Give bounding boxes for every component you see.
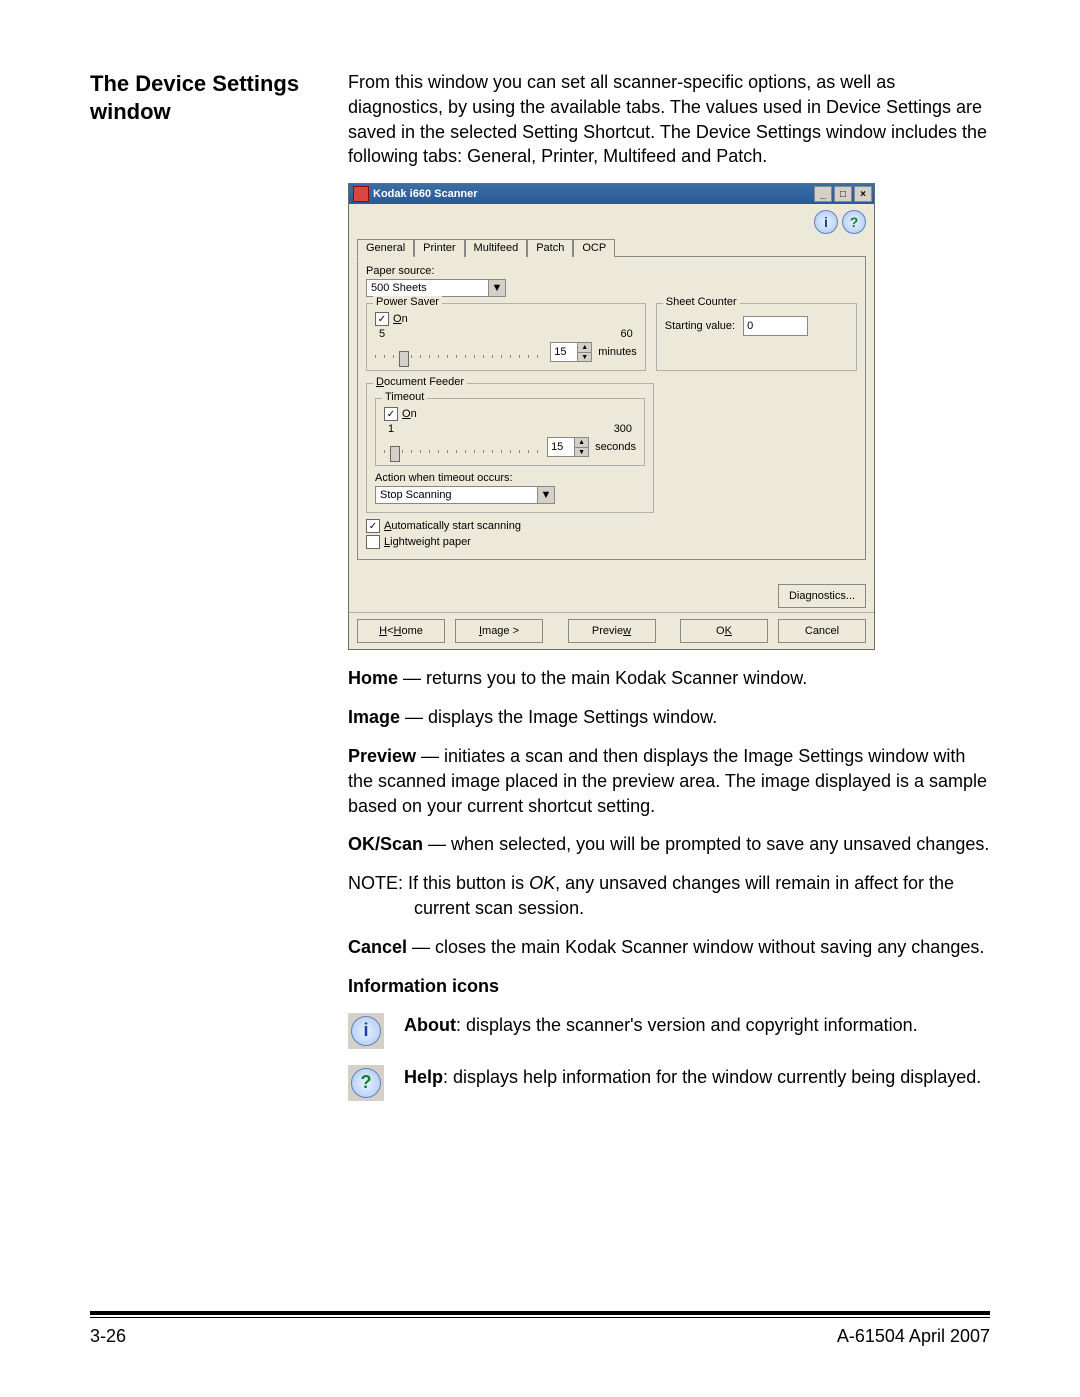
def-image: Image — displays the Image Settings wind… [348, 705, 990, 730]
action-label: Action when timeout occurs: [375, 472, 645, 484]
starting-value-input[interactable]: 0 [743, 316, 808, 336]
power-saver-group: Power Saver ✓ On 5 60 [366, 303, 646, 371]
app-icon [353, 186, 369, 202]
power-saver-spinner[interactable]: 15 ▲▼ [550, 342, 592, 362]
maximize-button[interactable]: □ [834, 186, 852, 202]
cancel-button[interactable]: Cancel [778, 619, 866, 643]
ps-unit: minutes [598, 346, 637, 358]
doc-id: A-61504 April 2007 [837, 1326, 990, 1347]
paper-source-dropdown[interactable]: 500 Sheets ▼ [366, 279, 506, 297]
timeout-value: 15 [548, 438, 574, 456]
titlebar: Kodak i660 Scanner _ □ × [349, 184, 874, 204]
page-number: 3-26 [90, 1326, 126, 1347]
timeout-group: Timeout ✓ On 1 300 [375, 398, 645, 466]
paper-source-value: 500 Sheets [371, 282, 427, 294]
about-icon[interactable]: i [814, 210, 838, 234]
auto-start-checkbox[interactable]: ✓ [366, 519, 380, 533]
help-icon-large: ? [351, 1068, 381, 1098]
image-button[interactable]: Image > [455, 619, 543, 643]
def-home: Home — returns you to the main Kodak Sca… [348, 666, 990, 691]
action-dropdown[interactable]: Stop Scanning ▼ [375, 486, 555, 504]
lightweight-checkbox[interactable] [366, 535, 380, 549]
action-value: Stop Scanning [380, 489, 452, 501]
window-title: Kodak i660 Scanner [373, 188, 478, 200]
def-ok: OK/Scan — when selected, you will be pro… [348, 832, 990, 857]
about-icon-large: i [351, 1016, 381, 1046]
paper-source-label: Paper source: [366, 265, 857, 277]
tab-ocp[interactable]: OCP [573, 239, 615, 257]
to-unit: seconds [595, 441, 636, 453]
preview-button[interactable]: Preview [568, 619, 656, 643]
info-icons-heading: Information icons [348, 974, 990, 999]
ps-min: 5 [379, 328, 385, 340]
document-feeder-group: Document Feeder Timeout ✓ On 1 300 [366, 383, 654, 513]
tab-general[interactable]: General [357, 239, 414, 257]
ps-max: 60 [621, 328, 633, 340]
auto-start-label: Automatically start scanning [384, 520, 521, 532]
diagnostics-button[interactable]: Diagnostics... [778, 584, 866, 608]
device-settings-screenshot: Kodak i660 Scanner _ □ × i ? General Pri… [348, 183, 875, 650]
intro-paragraph: From this window you can set all scanner… [348, 70, 990, 169]
tab-printer[interactable]: Printer [414, 239, 464, 257]
sheet-counter-group: Sheet Counter Starting value: 0 [656, 303, 857, 371]
timeout-legend: Timeout [382, 391, 427, 403]
ok-button[interactable]: OK [680, 619, 768, 643]
timeout-on-label: On [402, 408, 417, 420]
power-saver-value: 15 [551, 343, 577, 361]
def-preview: Preview — initiates a scan and then disp… [348, 744, 990, 818]
starting-value-label: Starting value: [665, 320, 735, 332]
chevron-down-icon: ▼ [537, 487, 554, 503]
power-saver-slider[interactable] [375, 343, 544, 361]
section-title: The Device Settings window [90, 70, 320, 125]
timeout-on-checkbox[interactable]: ✓ [384, 407, 398, 421]
tab-multifeed[interactable]: Multifeed [465, 239, 528, 257]
home-button[interactable]: H< Home< Home [357, 619, 445, 643]
to-max: 300 [614, 423, 632, 435]
help-row: ? Help: displays help information for th… [348, 1065, 990, 1101]
timeout-slider[interactable] [384, 438, 541, 456]
power-saver-on-checkbox[interactable]: ✓ [375, 312, 389, 326]
timeout-spinner[interactable]: 15 ▲▼ [547, 437, 589, 457]
to-min: 1 [388, 423, 394, 435]
power-saver-on-label: On [393, 313, 408, 325]
def-cancel: Cancel — closes the main Kodak Scanner w… [348, 935, 990, 960]
close-button[interactable]: × [854, 186, 872, 202]
chevron-down-icon: ▼ [488, 280, 505, 296]
tab-strip: General Printer Multifeed Patch OCP [349, 236, 874, 256]
lightweight-label: Lightweight paper [384, 536, 471, 548]
help-icon[interactable]: ? [842, 210, 866, 234]
power-saver-legend: Power Saver [373, 296, 442, 308]
tab-patch[interactable]: Patch [527, 239, 573, 257]
minimize-button[interactable]: _ [814, 186, 832, 202]
page-footer: 3-26 A-61504 April 2007 [90, 1311, 990, 1347]
note: NOTE: If this button is OK, any unsaved … [348, 871, 990, 921]
tab-body: Paper source: 500 Sheets ▼ Power Saver ✓… [357, 256, 866, 560]
doc-feeder-legend: Document Feeder [373, 376, 467, 388]
about-row: i About: displays the scanner's version … [348, 1013, 990, 1049]
sheet-counter-legend: Sheet Counter [663, 296, 740, 308]
